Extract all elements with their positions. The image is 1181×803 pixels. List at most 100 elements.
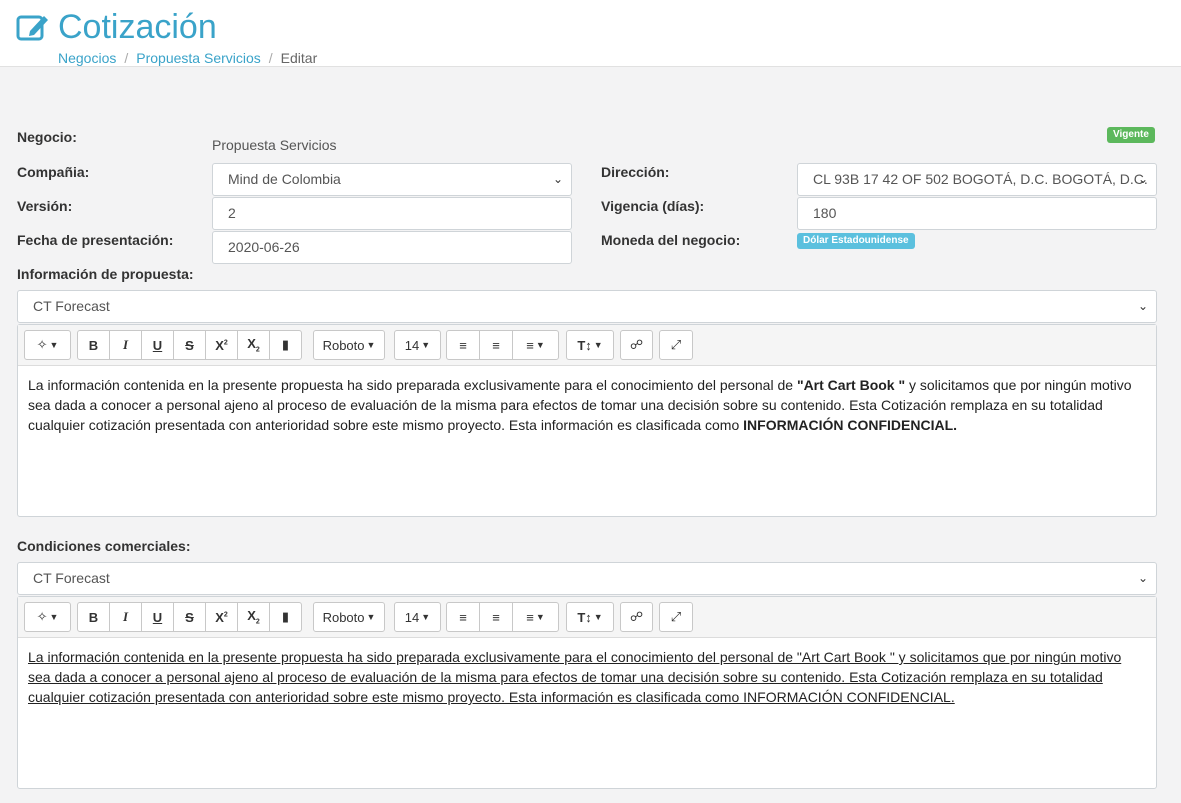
version-label: Versión: bbox=[17, 198, 73, 214]
condiciones-template-select[interactable]: CT Forecast ⌄ bbox=[17, 562, 1157, 595]
chevron-down-icon: ⌄ bbox=[1137, 299, 1148, 313]
font-size-dropdown[interactable]: 14 ▼ bbox=[394, 330, 441, 360]
italic-button[interactable]: I bbox=[109, 330, 142, 360]
bold-icon: B bbox=[88, 609, 99, 625]
ordered-list-icon: ≡ bbox=[492, 609, 500, 625]
ordered-list-icon: ≡ bbox=[492, 337, 500, 353]
condiciones-template-value: CT Forecast bbox=[33, 570, 110, 586]
magic-wand-button[interactable]: ✧ ▼ bbox=[24, 330, 71, 360]
breadcrumb-editar: Editar bbox=[280, 50, 318, 66]
direccion-select[interactable]: CL 93B 17 42 OF 502 BOGOTÁ, D.C. BOGOTÁ,… bbox=[797, 163, 1157, 196]
propuesta-template-select[interactable]: CT Forecast ⌄ bbox=[17, 290, 1157, 323]
paragraph-align-button[interactable]: ≡ ▼ bbox=[512, 330, 559, 360]
ordered-list-button[interactable]: ≡ bbox=[479, 602, 513, 632]
propuesta-label: Información de propuesta: bbox=[17, 266, 194, 282]
chevron-down-icon: ⌄ bbox=[1137, 172, 1148, 186]
unordered-list-button[interactable]: ≡ bbox=[446, 330, 480, 360]
font-size-dropdown[interactable]: 14 ▼ bbox=[394, 602, 441, 632]
eraser-icon: ▮ bbox=[281, 609, 290, 624]
line-height-button[interactable]: T↕ ▼ bbox=[566, 602, 614, 632]
subscript-button[interactable]: X2 bbox=[237, 330, 270, 360]
magic-wand-icon: ✧ bbox=[36, 337, 48, 352]
fullscreen-icon: ⤢ bbox=[670, 337, 682, 352]
underline-button[interactable]: U bbox=[141, 330, 174, 360]
font-family-value: Roboto bbox=[322, 609, 365, 625]
subscript-icon: X2 bbox=[247, 608, 260, 626]
fecha-input[interactable]: 2020-06-26 bbox=[212, 231, 572, 264]
underline-icon: U bbox=[152, 337, 163, 353]
editor-toolbar: ✧ ▼ B I U S X2 X2 ▮ Roboto ▼ 14 ▼ ≡ ≡ ≡ ▼ T↕… bbox=[18, 325, 1156, 366]
strikethrough-icon: S bbox=[185, 337, 194, 353]
superscript-icon: X2 bbox=[215, 609, 228, 625]
propuesta-body-text: La información contenida en la presente … bbox=[28, 377, 797, 393]
propuesta-editor: ✧ ▼ B I U S X2 X2 ▮ Roboto ▼ 14 ▼ ≡ ≡ ≡ ▼ T↕… bbox=[17, 324, 1157, 517]
superscript-icon: X2 bbox=[215, 337, 228, 353]
underline-icon: U bbox=[152, 609, 163, 625]
propuesta-template-value: CT Forecast bbox=[33, 298, 110, 314]
negocio-value: Propuesta Servicios bbox=[212, 137, 337, 153]
font-family-value: Roboto bbox=[322, 337, 365, 353]
condiciones-editor-body[interactable]: La información contenida en la presente … bbox=[18, 638, 1156, 707]
strikethrough-button[interactable]: S bbox=[173, 330, 206, 360]
fullscreen-icon: ⤢ bbox=[670, 609, 682, 624]
paragraph-align-icon: ≡ bbox=[526, 337, 534, 353]
magic-wand-icon: ✧ bbox=[36, 609, 48, 624]
breadcrumb-negocios[interactable]: Negocios bbox=[58, 50, 116, 66]
link-icon: ☍ bbox=[629, 337, 644, 352]
link-button[interactable]: ☍ bbox=[620, 330, 653, 360]
condiciones-body-text: La información contenida en la presente … bbox=[28, 649, 1122, 705]
condiciones-editor: ✧ ▼ B I U S X2 X2 ▮ Roboto ▼ 14 ▼ ≡ ≡ ≡ ▼ T↕… bbox=[17, 596, 1157, 789]
compania-select[interactable]: Mind de Colombia ⌄ bbox=[212, 163, 572, 196]
magic-wand-button[interactable]: ✧ ▼ bbox=[24, 602, 71, 632]
fecha-label: Fecha de presentación: bbox=[17, 232, 174, 248]
version-input[interactable]: 2 bbox=[212, 197, 572, 230]
negocio-label: Negocio: bbox=[17, 129, 77, 145]
direccion-select-value: CL 93B 17 42 OF 502 BOGOTÁ, D.C. BOGOTÁ,… bbox=[813, 171, 1148, 187]
font-family-dropdown[interactable]: Roboto ▼ bbox=[313, 602, 385, 632]
chevron-down-icon: ⌄ bbox=[1137, 571, 1148, 585]
ordered-list-button[interactable]: ≡ bbox=[479, 330, 513, 360]
font-size-value: 14 bbox=[404, 337, 420, 353]
subscript-icon: X2 bbox=[247, 336, 260, 354]
fullscreen-button[interactable]: ⤢ bbox=[659, 330, 693, 360]
bold-icon: B bbox=[88, 337, 99, 353]
link-icon: ☍ bbox=[629, 609, 644, 624]
fullscreen-button[interactable]: ⤢ bbox=[659, 602, 693, 632]
bold-button[interactable]: B bbox=[77, 330, 110, 360]
subscript-button[interactable]: X2 bbox=[237, 602, 270, 632]
moneda-label: Moneda del negocio: bbox=[601, 232, 741, 248]
propuesta-body-confidential: INFORMACIÓN CONFIDENCIAL. bbox=[743, 417, 958, 433]
superscript-button[interactable]: X2 bbox=[205, 330, 238, 360]
edit-icon bbox=[16, 15, 48, 41]
propuesta-editor-body[interactable]: La información contenida en la presente … bbox=[18, 366, 1156, 435]
page-title: Cotización bbox=[58, 8, 217, 46]
compania-label: Compañia: bbox=[17, 164, 90, 180]
breadcrumb: Negocios / Propuesta Servicios / Editar bbox=[58, 50, 318, 66]
font-family-dropdown[interactable]: Roboto ▼ bbox=[313, 330, 385, 360]
link-button[interactable]: ☍ bbox=[620, 602, 653, 632]
condiciones-label: Condiciones comerciales: bbox=[17, 538, 191, 554]
vigencia-input[interactable]: 180 bbox=[797, 197, 1157, 230]
line-height-button[interactable]: T↕ ▼ bbox=[566, 330, 614, 360]
superscript-button[interactable]: X2 bbox=[205, 602, 238, 632]
bold-button[interactable]: B bbox=[77, 602, 110, 632]
status-badge: Vigente bbox=[1107, 127, 1155, 143]
unordered-list-icon: ≡ bbox=[459, 609, 467, 625]
eraser-button[interactable]: ▮ bbox=[269, 602, 302, 632]
compania-select-value: Mind de Colombia bbox=[228, 171, 341, 187]
paragraph-align-button[interactable]: ≡ ▼ bbox=[512, 602, 559, 632]
italic-button[interactable]: I bbox=[109, 602, 142, 632]
currency-badge: Dólar Estadounidense bbox=[797, 233, 915, 249]
direccion-label: Dirección: bbox=[601, 164, 670, 180]
editor-toolbar: ✧ ▼ B I U S X2 X2 ▮ Roboto ▼ 14 ▼ ≡ ≡ ≡ ▼ T↕… bbox=[18, 597, 1156, 638]
unordered-list-button[interactable]: ≡ bbox=[446, 602, 480, 632]
italic-icon: I bbox=[122, 337, 129, 352]
strikethrough-button[interactable]: S bbox=[173, 602, 206, 632]
underline-button[interactable]: U bbox=[141, 602, 174, 632]
eraser-icon: ▮ bbox=[281, 337, 290, 352]
chevron-down-icon: ⌄ bbox=[552, 172, 563, 186]
line-height-icon: T↕ bbox=[577, 609, 592, 625]
paragraph-align-icon: ≡ bbox=[526, 609, 534, 625]
eraser-button[interactable]: ▮ bbox=[269, 330, 302, 360]
breadcrumb-propuesta-servicios[interactable]: Propuesta Servicios bbox=[136, 50, 261, 66]
